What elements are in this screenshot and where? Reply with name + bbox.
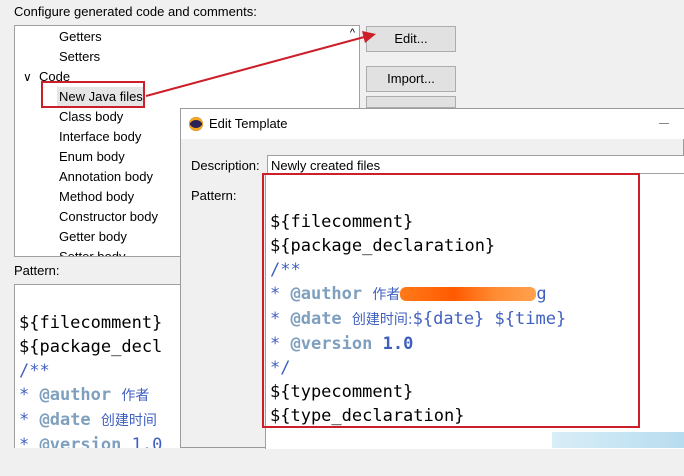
preview-date-tag: @date bbox=[39, 410, 91, 430]
background-corner bbox=[552, 432, 684, 448]
preview-version-tag: @version bbox=[39, 435, 122, 448]
preview-star: * bbox=[19, 435, 40, 448]
dialog-pattern-label: Pattern: bbox=[191, 188, 237, 203]
preview-star: * bbox=[19, 410, 40, 430]
preview-star: * bbox=[19, 385, 40, 405]
dialog-titlebar: Edit Template bbox=[181, 109, 684, 139]
preview-author-text: 作者 bbox=[121, 388, 150, 404]
preview-author-tag: @author bbox=[39, 385, 112, 405]
description-field[interactable]: Newly created files bbox=[267, 155, 684, 175]
minimize-icon[interactable] bbox=[659, 123, 669, 124]
dialog-title: Edit Template bbox=[209, 116, 288, 131]
pattern-label: Pattern: bbox=[14, 263, 60, 278]
preview-date-text: 创建时间 bbox=[100, 413, 157, 429]
highlight-box-pattern bbox=[262, 173, 640, 428]
preview-version-text: 1.0 bbox=[131, 435, 163, 448]
eclipse-icon bbox=[189, 117, 203, 131]
description-label: Description: bbox=[191, 158, 260, 173]
